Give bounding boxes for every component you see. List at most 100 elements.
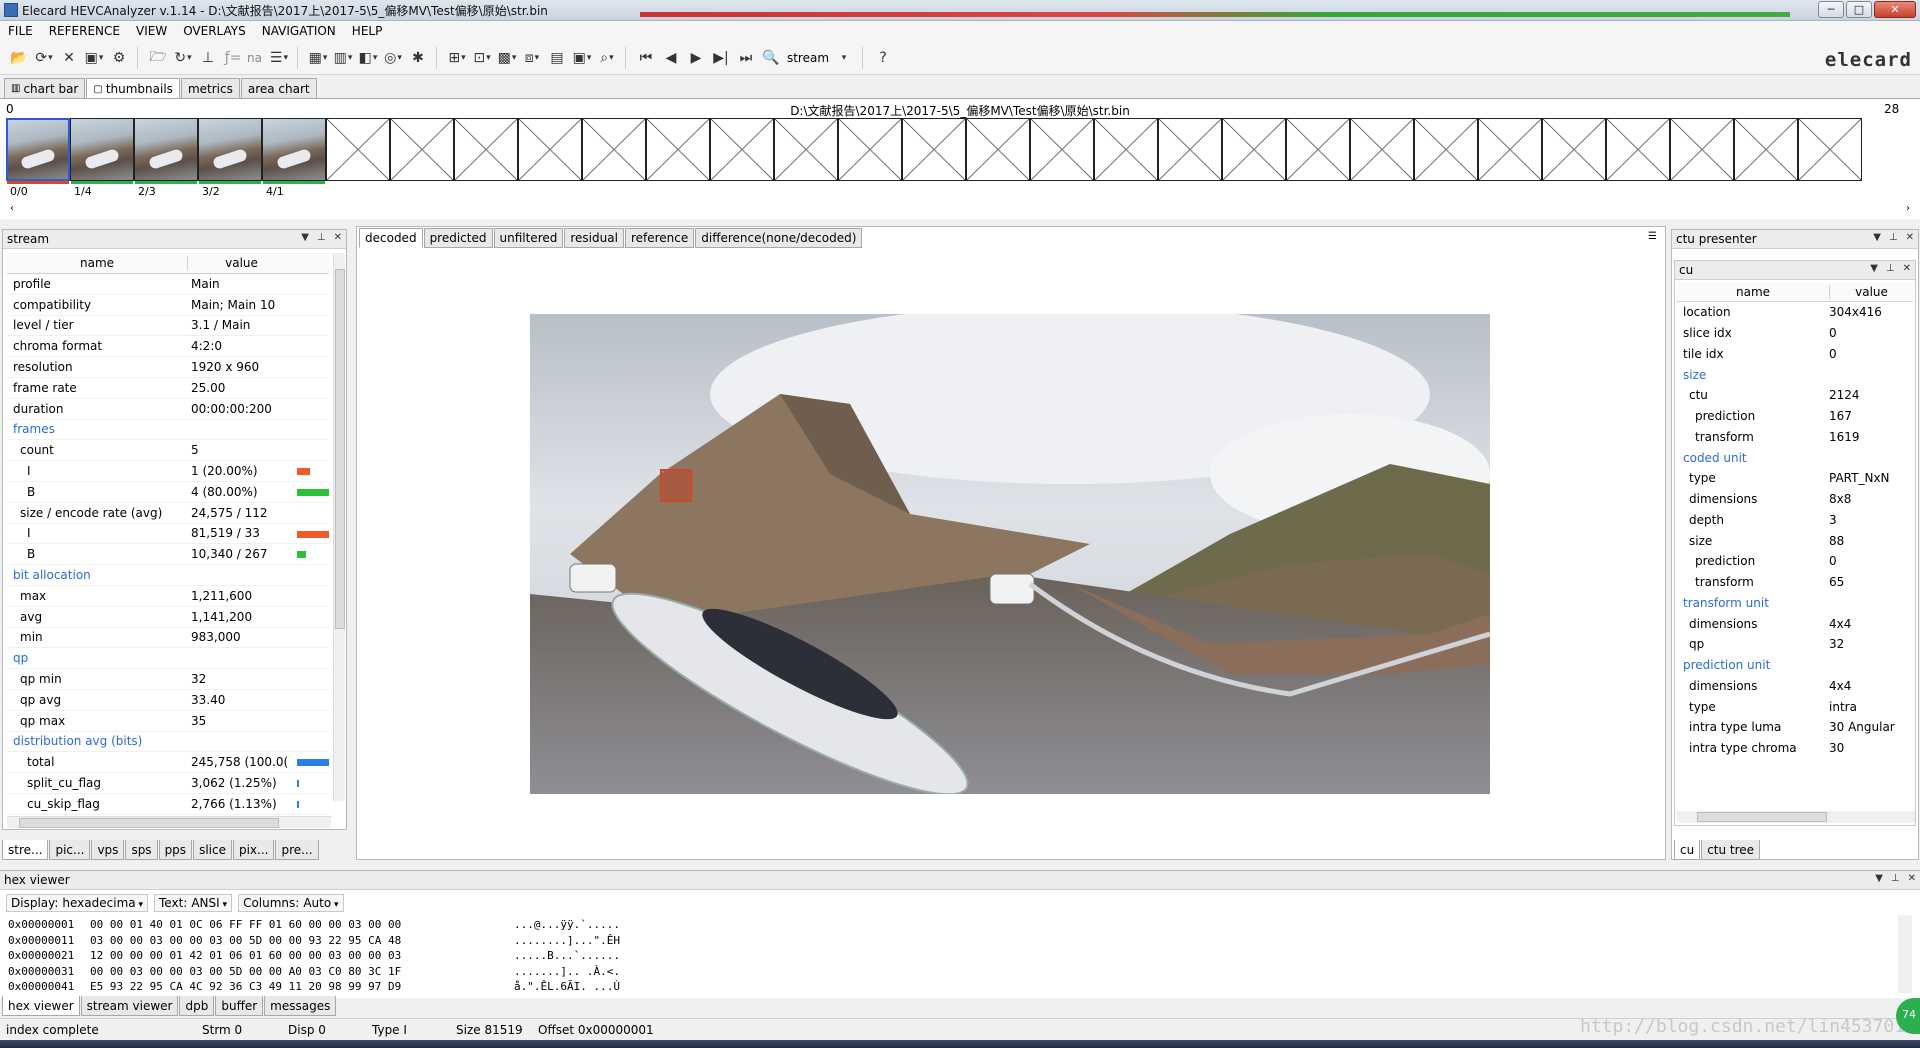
stream-property-row[interactable]: compatibility Main; Main 10 [7, 295, 329, 316]
cu-property-row[interactable]: depth 3 [1677, 510, 1913, 531]
scroll-right-icon[interactable]: › [1906, 203, 1910, 214]
viewer-tab[interactable]: predicted [423, 228, 493, 248]
list-icon[interactable]: ☰ [268, 47, 290, 69]
viewer-tab[interactable]: decoded [359, 228, 423, 248]
save-icon[interactable]: ▣ [83, 47, 105, 69]
empty-thumbnail-slot[interactable] [518, 118, 582, 181]
cu-section-row[interactable]: coded unit [1677, 447, 1913, 468]
panel-close-icon[interactable]: ✕ [334, 232, 342, 243]
empty-thumbnail-slot[interactable] [1286, 118, 1350, 181]
empty-thumbnail-slot[interactable] [1158, 118, 1222, 181]
tab-metrics[interactable]: metrics [180, 78, 240, 98]
scroll-thumb[interactable] [19, 818, 279, 828]
stream-property-row[interactable]: resolution 1920 x 960 [7, 357, 329, 378]
refresh-reference-icon[interactable]: ↻ [172, 47, 194, 69]
cu-property-row[interactable]: type PART_NxN [1677, 468, 1913, 489]
scroll-left-icon[interactable]: ‹ [10, 203, 14, 214]
cu-property-row[interactable]: type intra [1677, 696, 1913, 717]
panel-close-icon[interactable]: ✕ [1903, 263, 1911, 274]
panel-pin-icon[interactable]: ⊥ [1886, 263, 1895, 274]
stream-property-row[interactable]: total 245,758 (100.0( [7, 752, 329, 774]
stream-property-row[interactable]: min 983,000 [7, 628, 329, 649]
stream-panel-tab[interactable]: pix... [232, 840, 275, 860]
hex-line[interactable]: 0x00000041 E5 93 22 95 CA 4C 92 36 C3 49 … [8, 979, 634, 995]
close-button[interactable]: ✕ [1874, 1, 1916, 18]
tiles-icon[interactable]: ▤ [546, 47, 568, 69]
stream-property-row[interactable]: I 81,519 / 33 [7, 524, 329, 545]
stream-horizontal-scrollbar[interactable] [7, 816, 331, 828]
bar-chart-icon[interactable]: ▥ [332, 47, 354, 69]
thumbnail-frame[interactable] [198, 118, 262, 184]
selected-ctu-marker[interactable] [660, 469, 692, 502]
value-column-header[interactable]: value [1829, 284, 1913, 299]
panel-close-icon[interactable]: ✕ [1906, 232, 1914, 243]
stream-property-row[interactable]: avg 1,141,200 [7, 607, 329, 628]
stream-property-row[interactable]: chroma format 4:2:0 [7, 336, 329, 358]
pixel-grid-icon[interactable]: ▩ [496, 47, 518, 69]
empty-thumbnail-slot[interactable] [582, 118, 646, 181]
cu-property-row[interactable]: transform 1619 [1677, 427, 1913, 448]
cu-property-row[interactable]: intra type chroma 30 [1677, 738, 1913, 759]
stream-panel-tab[interactable]: sps [125, 840, 158, 860]
empty-thumbnail-slot[interactable] [774, 118, 838, 181]
empty-thumbnail-slot[interactable] [710, 118, 774, 181]
open-folder-icon[interactable]: 📂 [8, 47, 30, 69]
empty-thumbnail-slot[interactable] [1350, 118, 1414, 181]
stream-panel-tab[interactable]: stre... [2, 840, 49, 860]
layout-icon[interactable]: ▣ [571, 47, 593, 69]
panel-pin-icon[interactable]: ⊥ [1889, 232, 1898, 243]
hex-line[interactable]: 0x00000021 12 00 00 00 01 42 01 06 01 60 … [8, 948, 634, 964]
thumbnail-frame[interactable] [70, 118, 134, 184]
stream-property-row[interactable]: cu_skip_flag 2,766 (1.13%) [7, 794, 329, 815]
stream-property-row[interactable]: frame rate 25.00 [7, 378, 329, 399]
stream-panel-tab[interactable]: slice [193, 840, 232, 860]
stream-property-row[interactable]: duration 00:00:00:200 [7, 399, 329, 420]
empty-thumbnail-slot[interactable] [454, 118, 518, 181]
pin-icon[interactable]: ⊥ [197, 47, 219, 69]
cu-horizontal-scrollbar[interactable] [1677, 811, 1915, 823]
grid-overlay-icon[interactable]: ▦ [307, 47, 329, 69]
stream-property-row[interactable]: qp min 32 [7, 669, 329, 690]
empty-thumbnail-slot[interactable] [1414, 118, 1478, 181]
stream-section-row[interactable]: frames [7, 420, 329, 441]
empty-thumbnail-slot[interactable] [646, 118, 710, 181]
empty-thumbnail-slot[interactable] [390, 118, 454, 181]
motion-vector-icon[interactable]: ✱ [407, 47, 429, 69]
panel-menu-icon[interactable]: ▼ [1875, 873, 1883, 884]
na-selector[interactable]: na [247, 51, 262, 65]
stream-property-row[interactable]: qp avg 33.40 [7, 690, 329, 711]
menu-view[interactable]: VIEW [128, 24, 175, 38]
menu-overlays[interactable]: OVERLAYS [175, 24, 254, 38]
empty-thumbnail-slot[interactable] [1798, 118, 1862, 181]
stream-vertical-scrollbar[interactable] [333, 253, 345, 801]
thumbnail-frame[interactable] [262, 118, 326, 184]
stream-section-row[interactable]: qp [7, 648, 329, 670]
stream-panel-tab[interactable]: pic... [49, 840, 91, 860]
hex-line[interactable]: 0x00000011 03 00 00 03 00 00 03 00 5D 00 … [8, 932, 634, 948]
search-icon[interactable]: 🔍 [760, 47, 782, 69]
cu-section-row[interactable]: transform unit [1677, 593, 1913, 614]
panel-close-icon[interactable]: ✕ [1908, 873, 1916, 884]
next-frame-icon[interactable]: ▶| [710, 47, 732, 69]
stream-selector[interactable]: stream [787, 51, 829, 65]
panel-menu-icon[interactable]: ▼ [301, 232, 309, 243]
fit-window-icon[interactable]: ⊞ [446, 47, 468, 69]
empty-thumbnail-slot[interactable] [1670, 118, 1734, 181]
cu-property-row[interactable]: dimensions 8x8 [1677, 489, 1913, 510]
previous-frame-icon[interactable]: ◀ [660, 47, 682, 69]
empty-thumbnail-slot[interactable] [1542, 118, 1606, 181]
menu-reference[interactable]: REFERENCE [41, 24, 128, 38]
panel-pin-icon[interactable]: ⊥ [1891, 873, 1900, 884]
stream-property-row[interactable]: B 10,340 / 267 [7, 544, 329, 566]
value-column-header[interactable]: value [187, 256, 295, 270]
stream-property-row[interactable]: count 5 [7, 440, 329, 462]
stream-section-row[interactable]: distribution avg (bits) [7, 732, 329, 753]
viewer-tab[interactable]: reference [624, 228, 695, 248]
stream-property-row[interactable]: max 1,211,600 [7, 586, 329, 607]
menu-help[interactable]: HELP [344, 24, 391, 38]
hex-dump[interactable]: 0x00000001 00 00 01 40 01 0C 06 FF FF 01 … [8, 917, 634, 995]
scroll-thumb[interactable] [335, 269, 345, 629]
empty-thumbnail-slot[interactable] [966, 118, 1030, 181]
name-column-header[interactable]: name [7, 256, 187, 270]
help-button[interactable]: ? [872, 47, 894, 69]
